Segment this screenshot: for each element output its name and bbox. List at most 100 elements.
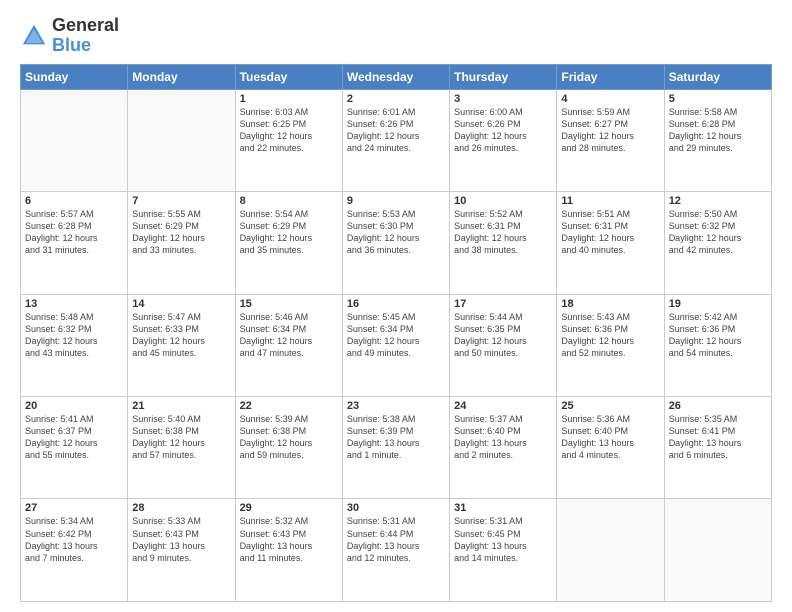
day-cell: 13Sunrise: 5:48 AM Sunset: 6:32 PM Dayli… — [21, 294, 128, 396]
day-info: Sunrise: 5:33 AM Sunset: 6:43 PM Dayligh… — [132, 515, 230, 564]
day-info: Sunrise: 5:31 AM Sunset: 6:44 PM Dayligh… — [347, 515, 445, 564]
day-info: Sunrise: 5:45 AM Sunset: 6:34 PM Dayligh… — [347, 311, 445, 360]
day-number: 10 — [454, 195, 552, 207]
day-number: 2 — [347, 93, 445, 105]
day-cell: 17Sunrise: 5:44 AM Sunset: 6:35 PM Dayli… — [450, 294, 557, 396]
day-cell: 21Sunrise: 5:40 AM Sunset: 6:38 PM Dayli… — [128, 397, 235, 499]
day-info: Sunrise: 5:38 AM Sunset: 6:39 PM Dayligh… — [347, 413, 445, 462]
day-cell: 9Sunrise: 5:53 AM Sunset: 6:30 PM Daylig… — [342, 192, 449, 294]
day-number: 18 — [561, 298, 659, 310]
day-number: 24 — [454, 400, 552, 412]
calendar: SundayMondayTuesdayWednesdayThursdayFrid… — [20, 64, 772, 602]
day-cell: 26Sunrise: 5:35 AM Sunset: 6:41 PM Dayli… — [664, 397, 771, 499]
logo-icon — [20, 22, 48, 50]
day-number: 26 — [669, 400, 767, 412]
day-number: 28 — [132, 502, 230, 514]
day-cell: 11Sunrise: 5:51 AM Sunset: 6:31 PM Dayli… — [557, 192, 664, 294]
day-info: Sunrise: 5:54 AM Sunset: 6:29 PM Dayligh… — [240, 208, 338, 257]
day-cell — [664, 499, 771, 602]
day-info: Sunrise: 5:34 AM Sunset: 6:42 PM Dayligh… — [25, 515, 123, 564]
day-info: Sunrise: 5:52 AM Sunset: 6:31 PM Dayligh… — [454, 208, 552, 257]
day-cell: 12Sunrise: 5:50 AM Sunset: 6:32 PM Dayli… — [664, 192, 771, 294]
day-number: 25 — [561, 400, 659, 412]
day-info: Sunrise: 5:46 AM Sunset: 6:34 PM Dayligh… — [240, 311, 338, 360]
week-row-5: 27Sunrise: 5:34 AM Sunset: 6:42 PM Dayli… — [21, 499, 772, 602]
day-cell: 29Sunrise: 5:32 AM Sunset: 6:43 PM Dayli… — [235, 499, 342, 602]
day-number: 22 — [240, 400, 338, 412]
day-number: 20 — [25, 400, 123, 412]
day-info: Sunrise: 6:00 AM Sunset: 6:26 PM Dayligh… — [454, 106, 552, 155]
day-number: 3 — [454, 93, 552, 105]
day-cell: 30Sunrise: 5:31 AM Sunset: 6:44 PM Dayli… — [342, 499, 449, 602]
day-cell: 28Sunrise: 5:33 AM Sunset: 6:43 PM Dayli… — [128, 499, 235, 602]
day-info: Sunrise: 5:41 AM Sunset: 6:37 PM Dayligh… — [25, 413, 123, 462]
page: General Blue SundayMondayTuesdayWednesda… — [0, 0, 792, 612]
day-number: 30 — [347, 502, 445, 514]
day-cell: 16Sunrise: 5:45 AM Sunset: 6:34 PM Dayli… — [342, 294, 449, 396]
day-cell: 25Sunrise: 5:36 AM Sunset: 6:40 PM Dayli… — [557, 397, 664, 499]
col-header-tuesday: Tuesday — [235, 64, 342, 89]
logo-text: General Blue — [52, 16, 119, 56]
day-info: Sunrise: 5:36 AM Sunset: 6:40 PM Dayligh… — [561, 413, 659, 462]
day-number: 17 — [454, 298, 552, 310]
day-info: Sunrise: 5:40 AM Sunset: 6:38 PM Dayligh… — [132, 413, 230, 462]
day-cell: 22Sunrise: 5:39 AM Sunset: 6:38 PM Dayli… — [235, 397, 342, 499]
day-number: 7 — [132, 195, 230, 207]
day-info: Sunrise: 5:57 AM Sunset: 6:28 PM Dayligh… — [25, 208, 123, 257]
day-number: 5 — [669, 93, 767, 105]
day-cell: 20Sunrise: 5:41 AM Sunset: 6:37 PM Dayli… — [21, 397, 128, 499]
day-info: Sunrise: 5:31 AM Sunset: 6:45 PM Dayligh… — [454, 515, 552, 564]
col-header-monday: Monday — [128, 64, 235, 89]
logo: General Blue — [20, 16, 119, 56]
day-cell: 7Sunrise: 5:55 AM Sunset: 6:29 PM Daylig… — [128, 192, 235, 294]
day-cell: 2Sunrise: 6:01 AM Sunset: 6:26 PM Daylig… — [342, 89, 449, 191]
day-info: Sunrise: 5:37 AM Sunset: 6:40 PM Dayligh… — [454, 413, 552, 462]
day-cell — [128, 89, 235, 191]
day-cell: 4Sunrise: 5:59 AM Sunset: 6:27 PM Daylig… — [557, 89, 664, 191]
day-info: Sunrise: 5:55 AM Sunset: 6:29 PM Dayligh… — [132, 208, 230, 257]
day-number: 14 — [132, 298, 230, 310]
day-number: 8 — [240, 195, 338, 207]
day-cell — [557, 499, 664, 602]
day-number: 15 — [240, 298, 338, 310]
day-cell: 10Sunrise: 5:52 AM Sunset: 6:31 PM Dayli… — [450, 192, 557, 294]
day-number: 1 — [240, 93, 338, 105]
day-info: Sunrise: 5:59 AM Sunset: 6:27 PM Dayligh… — [561, 106, 659, 155]
day-number: 9 — [347, 195, 445, 207]
day-cell: 15Sunrise: 5:46 AM Sunset: 6:34 PM Dayli… — [235, 294, 342, 396]
day-info: Sunrise: 5:50 AM Sunset: 6:32 PM Dayligh… — [669, 208, 767, 257]
day-number: 11 — [561, 195, 659, 207]
day-info: Sunrise: 5:47 AM Sunset: 6:33 PM Dayligh… — [132, 311, 230, 360]
day-info: Sunrise: 5:53 AM Sunset: 6:30 PM Dayligh… — [347, 208, 445, 257]
day-number: 13 — [25, 298, 123, 310]
col-header-thursday: Thursday — [450, 64, 557, 89]
day-cell — [21, 89, 128, 191]
day-info: Sunrise: 5:32 AM Sunset: 6:43 PM Dayligh… — [240, 515, 338, 564]
day-info: Sunrise: 5:42 AM Sunset: 6:36 PM Dayligh… — [669, 311, 767, 360]
col-header-saturday: Saturday — [664, 64, 771, 89]
day-cell: 23Sunrise: 5:38 AM Sunset: 6:39 PM Dayli… — [342, 397, 449, 499]
day-info: Sunrise: 6:01 AM Sunset: 6:26 PM Dayligh… — [347, 106, 445, 155]
day-cell: 8Sunrise: 5:54 AM Sunset: 6:29 PM Daylig… — [235, 192, 342, 294]
day-number: 27 — [25, 502, 123, 514]
day-info: Sunrise: 5:35 AM Sunset: 6:41 PM Dayligh… — [669, 413, 767, 462]
col-header-sunday: Sunday — [21, 64, 128, 89]
day-cell: 14Sunrise: 5:47 AM Sunset: 6:33 PM Dayli… — [128, 294, 235, 396]
day-cell: 24Sunrise: 5:37 AM Sunset: 6:40 PM Dayli… — [450, 397, 557, 499]
day-info: Sunrise: 5:51 AM Sunset: 6:31 PM Dayligh… — [561, 208, 659, 257]
week-row-1: 1Sunrise: 6:03 AM Sunset: 6:25 PM Daylig… — [21, 89, 772, 191]
day-number: 6 — [25, 195, 123, 207]
day-number: 29 — [240, 502, 338, 514]
day-cell: 31Sunrise: 5:31 AM Sunset: 6:45 PM Dayli… — [450, 499, 557, 602]
day-cell: 18Sunrise: 5:43 AM Sunset: 6:36 PM Dayli… — [557, 294, 664, 396]
day-number: 4 — [561, 93, 659, 105]
week-row-2: 6Sunrise: 5:57 AM Sunset: 6:28 PM Daylig… — [21, 192, 772, 294]
day-info: Sunrise: 5:39 AM Sunset: 6:38 PM Dayligh… — [240, 413, 338, 462]
day-number: 31 — [454, 502, 552, 514]
day-number: 12 — [669, 195, 767, 207]
day-cell: 19Sunrise: 5:42 AM Sunset: 6:36 PM Dayli… — [664, 294, 771, 396]
day-number: 16 — [347, 298, 445, 310]
day-number: 21 — [132, 400, 230, 412]
col-header-friday: Friday — [557, 64, 664, 89]
day-number: 19 — [669, 298, 767, 310]
